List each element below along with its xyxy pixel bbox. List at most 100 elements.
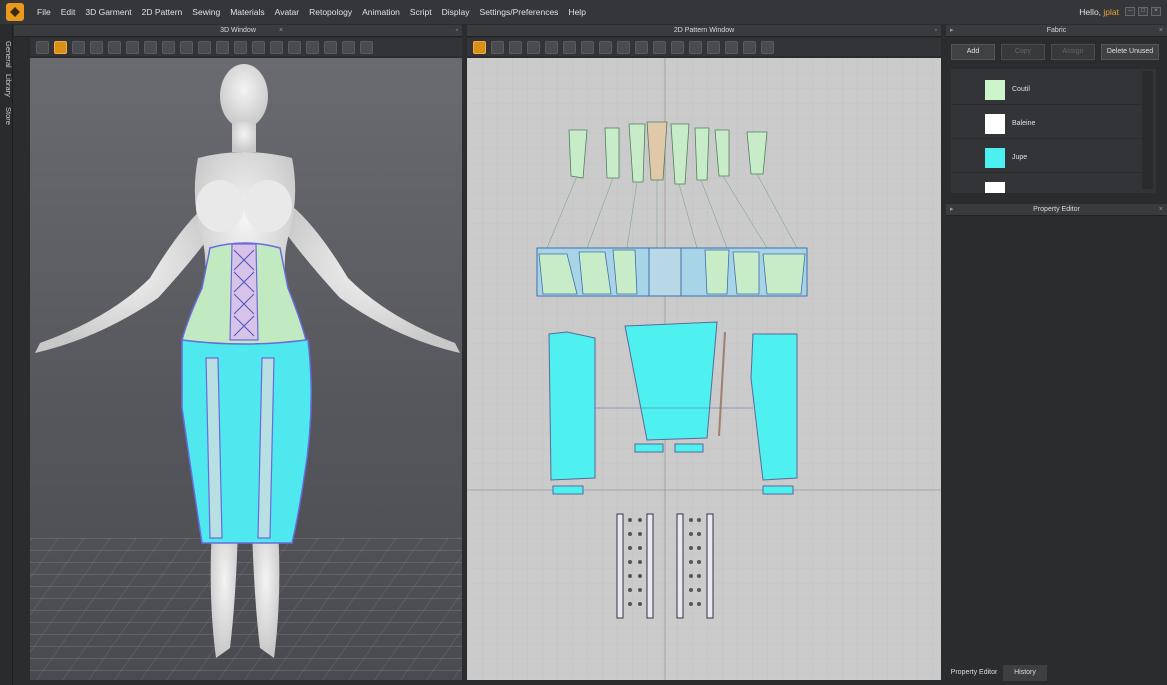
tool-icon[interactable] bbox=[761, 40, 774, 54]
tool-icon[interactable] bbox=[180, 40, 193, 54]
undock-icon[interactable]: ▫ bbox=[456, 25, 458, 37]
menu-item[interactable]: Edit bbox=[56, 0, 81, 24]
property-editor-header: Property Editor ▸ × bbox=[946, 204, 1167, 216]
menu-item[interactable]: File bbox=[32, 0, 56, 24]
toolbar-2d-row1 bbox=[467, 38, 941, 56]
undock-icon[interactable]: ▫ bbox=[935, 25, 937, 37]
fabric-swatch bbox=[985, 182, 1005, 193]
greeting-text: Hello, bbox=[1079, 7, 1102, 17]
fabric-list-scrollbar[interactable] bbox=[1142, 71, 1153, 189]
tool-icon[interactable] bbox=[198, 40, 211, 54]
tool-icon[interactable] bbox=[144, 40, 157, 54]
tab-library[interactable]: Library bbox=[0, 72, 13, 98]
tool-icon[interactable] bbox=[599, 40, 612, 54]
toolbar-3d-row1 bbox=[30, 38, 462, 56]
menu-item[interactable]: Settings/Preferences bbox=[475, 0, 564, 24]
property-editor-title: Property Editor bbox=[1033, 206, 1080, 213]
tool-icon[interactable] bbox=[360, 40, 373, 54]
fabric-item[interactable]: Coutil bbox=[951, 71, 1143, 105]
avatar-right-arm bbox=[288, 206, 460, 353]
tool-icon[interactable] bbox=[581, 40, 594, 54]
dock-arrow-icon[interactable]: ▸ bbox=[950, 204, 954, 216]
close-icon[interactable]: × bbox=[279, 25, 283, 37]
fabric-swatch bbox=[985, 114, 1005, 134]
fabric-item[interactable] bbox=[951, 173, 1143, 193]
tool-icon[interactable] bbox=[108, 40, 121, 54]
left-dock-tabs: Library General Store bbox=[0, 24, 13, 685]
tool-icon[interactable] bbox=[54, 40, 67, 54]
tool-icon[interactable] bbox=[653, 40, 666, 54]
tool-icon[interactable] bbox=[563, 40, 576, 54]
fabric-name: Coutil bbox=[1012, 86, 1030, 93]
tool-icon[interactable] bbox=[126, 40, 139, 54]
tool-icon[interactable] bbox=[635, 40, 648, 54]
tool-icon[interactable] bbox=[725, 40, 738, 54]
menu-item[interactable]: Script bbox=[405, 0, 437, 24]
user-name[interactable]: jplat bbox=[1103, 7, 1119, 17]
corset-center-lacing bbox=[648, 247, 682, 297]
menu-item[interactable]: Animation bbox=[357, 0, 405, 24]
tool-icon[interactable] bbox=[90, 40, 103, 54]
tool-icon[interactable] bbox=[36, 40, 49, 54]
viewport-2d[interactable] bbox=[467, 58, 941, 680]
dock-arrow-icon[interactable]: ▸ bbox=[950, 25, 954, 37]
tool-icon[interactable] bbox=[707, 40, 720, 54]
tool-icon[interactable] bbox=[306, 40, 319, 54]
fabric-item[interactable]: Baleine bbox=[951, 105, 1143, 139]
fabric-item[interactable]: Jupe bbox=[951, 139, 1143, 173]
tool-icon[interactable] bbox=[689, 40, 702, 54]
viewport-3d[interactable] bbox=[30, 58, 462, 680]
menu-item[interactable]: Help bbox=[563, 0, 590, 24]
garment-skirt bbox=[181, 334, 312, 544]
tool-icon[interactable] bbox=[72, 40, 85, 54]
avatar-scene bbox=[30, 64, 462, 680]
menu-item[interactable]: 3D Garment bbox=[80, 0, 136, 24]
avatar-breast-right bbox=[244, 180, 292, 232]
tool-icon[interactable] bbox=[234, 40, 247, 54]
tool-icon[interactable] bbox=[509, 40, 522, 54]
close-icon[interactable]: × bbox=[1151, 7, 1161, 16]
restore-icon[interactable]: □ bbox=[1138, 7, 1148, 16]
tool-icon[interactable] bbox=[473, 40, 486, 54]
copy-fabric-button[interactable]: Copy bbox=[1001, 44, 1045, 60]
tool-icon[interactable] bbox=[527, 40, 540, 54]
tool-icon[interactable] bbox=[342, 40, 355, 54]
fabric-name: Jupe bbox=[1012, 154, 1028, 161]
tool-icon[interactable] bbox=[545, 40, 558, 54]
add-fabric-button[interactable]: Add bbox=[951, 44, 995, 60]
tool-icon[interactable] bbox=[270, 40, 283, 54]
menu-item[interactable]: 2D Pattern bbox=[137, 0, 188, 24]
tool-icon[interactable] bbox=[216, 40, 229, 54]
tab-store[interactable]: Store bbox=[0, 104, 13, 128]
tab-general[interactable]: General bbox=[0, 38, 13, 70]
tool-icon[interactable] bbox=[617, 40, 630, 54]
app-logo-icon bbox=[6, 3, 24, 21]
tool-icon[interactable] bbox=[162, 40, 175, 54]
waistband-left bbox=[634, 443, 664, 453]
menu-item[interactable]: Avatar bbox=[270, 0, 304, 24]
tool-icon[interactable] bbox=[671, 40, 684, 54]
close-icon[interactable]: × bbox=[1159, 204, 1163, 216]
tool-icon[interactable] bbox=[491, 40, 504, 54]
menu-item[interactable]: Display bbox=[437, 0, 475, 24]
tool-icon[interactable] bbox=[252, 40, 265, 54]
fabric-swatch bbox=[985, 80, 1005, 100]
menu-item[interactable]: Sewing bbox=[187, 0, 225, 24]
fabric-name: Baleine bbox=[1012, 120, 1036, 127]
menu-item[interactable]: Materials bbox=[225, 0, 269, 24]
tool-icon[interactable] bbox=[288, 40, 301, 54]
tool-icon[interactable] bbox=[743, 40, 756, 54]
tab-history[interactable]: History bbox=[1003, 665, 1047, 681]
avatar-left-arm bbox=[35, 206, 210, 353]
minimize-icon[interactable]: – bbox=[1125, 7, 1135, 16]
fabric-list: Coutil Baleine Jupe bbox=[951, 69, 1156, 193]
delete-unused-button[interactable]: Delete Unused bbox=[1101, 44, 1159, 60]
menu-item[interactable]: Retopology bbox=[304, 0, 357, 24]
tool-icon[interactable] bbox=[324, 40, 337, 54]
window-2d-header: 2D Pattern Window ▫ bbox=[467, 25, 941, 37]
close-icon[interactable]: × bbox=[1159, 25, 1163, 37]
user-greeting: Hello, jplat bbox=[1079, 0, 1119, 24]
tab-property-editor[interactable]: Property Editor bbox=[946, 665, 1002, 681]
assign-fabric-button[interactable]: Assign bbox=[1051, 44, 1095, 60]
avatar-breast-left bbox=[196, 180, 244, 232]
